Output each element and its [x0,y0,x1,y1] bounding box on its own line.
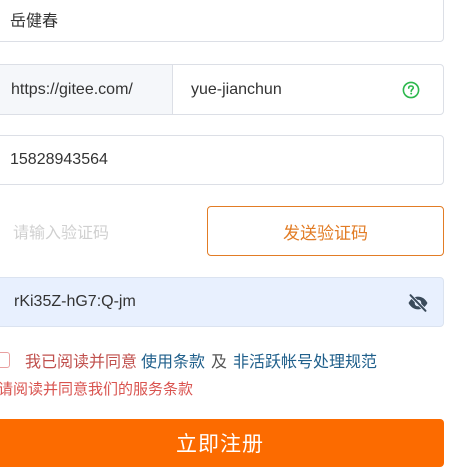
and-text: 及 [211,354,228,371]
send-code-button[interactable]: 发送验证码 [207,206,444,256]
gitee-path-input[interactable]: yue-jianchun [173,81,401,99]
agreement-row: 我已阅读并同意 使用条款 及 非活跃帐号处理规范 [0,348,377,372]
gitee-url-prefix: https://gitee.com/ [0,65,173,114]
policy-link[interactable]: 非活跃帐号处理规范 [233,348,377,372]
password-value: rKi35Z-hG7:Q-jm [14,293,136,310]
register-form: 岳健春 https://gitee.com/ yue-jianchun 1582… [0,0,456,474]
password-field[interactable]: rKi35Z-hG7:Q-jm [0,277,444,327]
phone-field[interactable]: 15828943564 [0,135,444,185]
question-circle-icon[interactable] [401,80,421,100]
agree-text: 我已阅读并同意 [25,354,138,371]
terms-link[interactable]: 使用条款 [141,348,205,372]
register-button[interactable]: 立即注册 [0,419,444,467]
name-field[interactable]: 岳健春 [0,0,444,42]
captcha-input[interactable]: 请输入验证码 [0,206,196,256]
gitee-address-field: https://gitee.com/ yue-jianchun [0,64,444,115]
agreement-error-message: 请阅读并同意我们的服务条款 [0,381,194,398]
eye-slash-icon[interactable] [407,293,429,313]
name-value: 岳健春 [10,13,59,30]
agree-checkbox[interactable] [0,352,10,368]
phone-value: 15828943564 [10,151,108,168]
